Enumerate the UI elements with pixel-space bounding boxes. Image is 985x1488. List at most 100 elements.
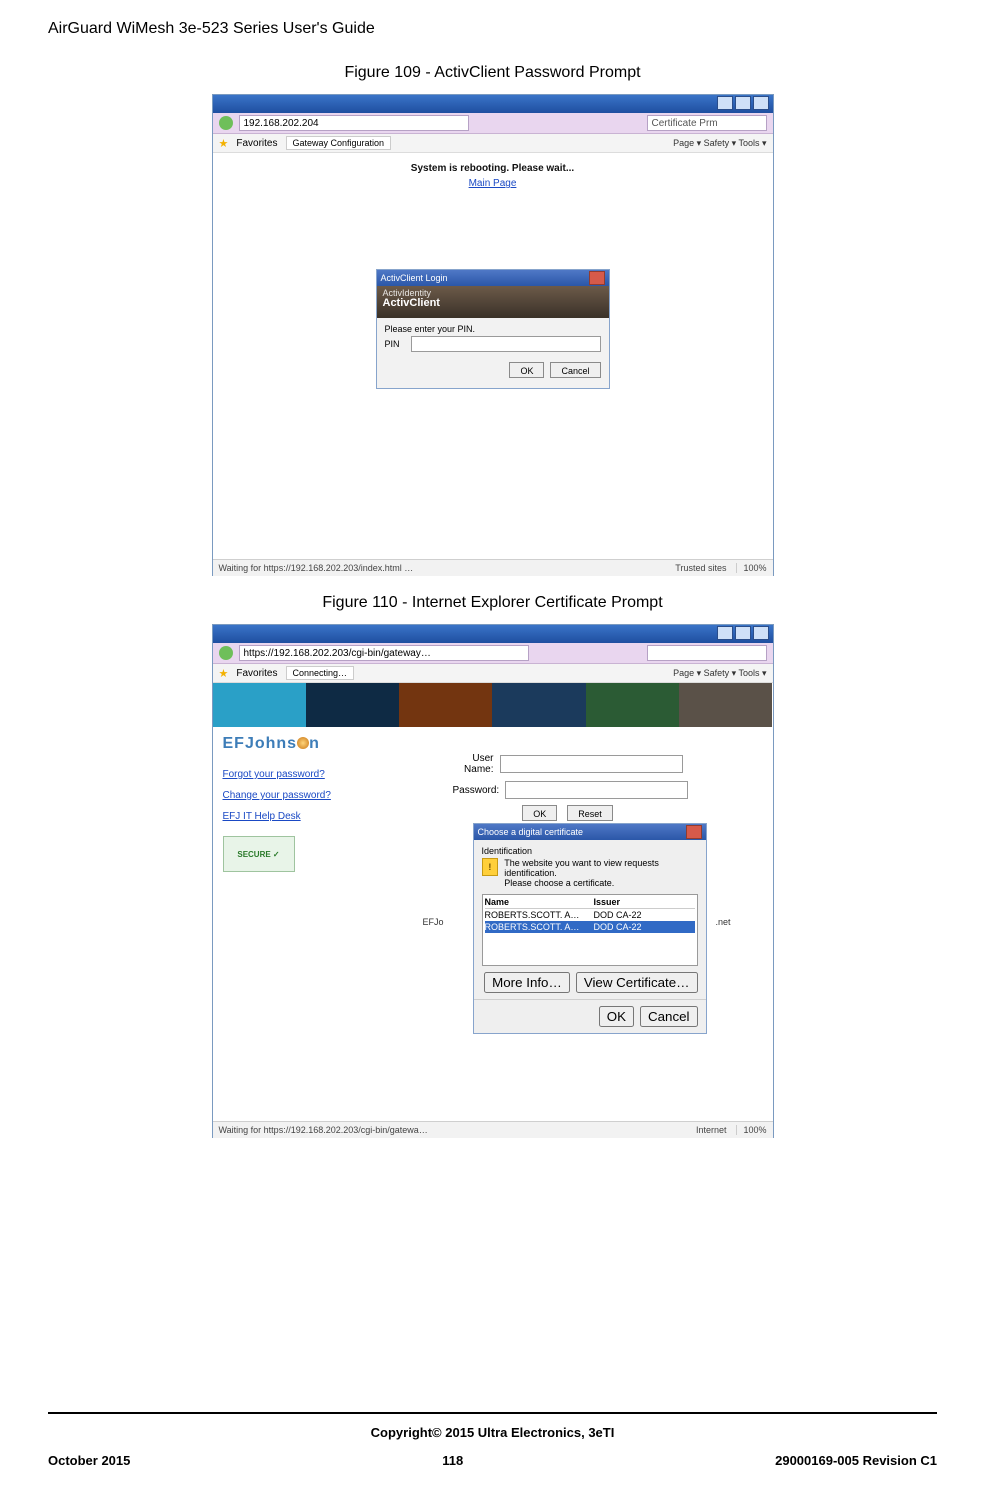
activclient-brand: ActivIdentity ActivClient [377,286,609,318]
main-page-link[interactable]: Main Page [469,178,517,189]
url-field[interactable]: 192.168.202.204 [239,115,469,131]
zoom-level[interactable]: 100% [736,563,766,573]
cert-title: Choose a digital certificate [478,827,584,837]
cert-section-label: Identification [482,846,698,856]
copyright-word: Copyright [371,1425,432,1440]
doc-revision: 29000169-005 Revision C1 [775,1453,937,1468]
cert-msg-1: The website you want to view requests id… [504,858,697,878]
url-text: 192.168.202.204 [244,118,319,129]
change-password-link[interactable]: Change your password? [223,790,373,801]
activclient-title: ActivClient Login [381,273,448,283]
login-form: User Name: Password: OK Reset [453,753,683,821]
screenshot-activclient: 192.168.202.204 Certificate Prm ★ Favori… [212,94,774,576]
cert-name: ROBERTS.SCOTT. A… [485,922,586,932]
page-body: EFJohns n Forgot your password? Change yo… [213,683,773,1121]
cert-titlebar: Choose a digital certificate [474,824,706,840]
view-cert-button[interactable]: View Certificate… [576,972,698,993]
window-titlebar [213,95,773,113]
screenshot-ie-cert: https://192.168.202.203/cgi-bin/gateway…… [212,624,774,1138]
cert-row-selected[interactable]: ROBERTS.SCOTT. A… DOD CA-22 [485,921,695,933]
search-field[interactable]: Certificate Prm [647,115,767,131]
browser-tab[interactable]: Gateway Configuration [286,136,392,150]
cert-row[interactable]: ROBERTS.SCOTT. A… DOD CA-22 [485,909,695,921]
behind-text-right: .net [716,917,731,927]
status-left: Waiting for https://192.168.202.203/cgi-… [219,1125,428,1135]
figure-109-caption: Figure 109 - ActivClient Password Prompt [48,64,937,82]
browser-tab[interactable]: Connecting… [286,666,355,680]
ok-button[interactable]: OK [509,362,544,378]
running-head: AirGuard WiMesh 3e-523 Series User's Gui… [48,20,937,38]
help-desk-link[interactable]: EFJ IT Help Desk [223,811,373,822]
page-body: System is rebooting. Please wait... Main… [213,153,773,559]
zoom-level[interactable]: 100% [736,1125,766,1135]
copyright-symbol: © [432,1425,442,1440]
favorites-bar: ★ Favorites Connecting… Page ▾ Safety ▾ … [213,664,773,683]
close-icon[interactable] [686,825,702,839]
more-info-button[interactable]: More Info… [484,972,570,993]
favorites-label: Favorites [236,138,277,149]
password-input[interactable] [505,781,688,799]
cert-name: ROBERTS.SCOTT. A… [485,910,586,920]
reboot-message: System is rebooting. Please wait... [411,163,574,174]
login-ok-button[interactable]: OK [522,805,557,821]
left-links: Forgot your password? Change your passwo… [223,769,373,872]
copyright-rest: 2015 Ultra Electronics, 3eTI [442,1425,615,1440]
trusted-sites-label: Trusted sites [675,563,726,573]
cert-ok-button[interactable]: OK [599,1006,634,1027]
logo-text-left: EFJohns [223,735,298,752]
forgot-password-link[interactable]: Forgot your password? [223,769,373,780]
footer-rule [48,1412,937,1414]
window-buttons [715,96,769,112]
search-text: Certificate Prm [652,118,718,129]
warning-icon: ! [482,858,499,876]
enter-pin-label: Please enter your PIN. [385,324,601,334]
col-issuer: Issuer [594,897,695,907]
toolbar-right: Page ▾ Safety ▾ Tools ▾ [673,668,766,679]
brand-top: ActivIdentity [383,288,603,298]
brand-main: ActivClient [383,298,603,309]
cancel-button[interactable]: Cancel [550,362,600,378]
col-name: Name [485,897,586,907]
pin-input[interactable] [411,336,601,352]
username-input[interactable] [500,755,683,773]
internet-zone-label: Internet [696,1125,727,1135]
username-label: User Name: [453,753,494,775]
status-bar: Waiting for https://192.168.202.203/inde… [213,559,773,576]
nav-back-icon[interactable] [219,116,233,130]
footer-date: October 2015 [48,1453,130,1468]
certificate-dialog: Choose a digital certificate Identificat… [473,823,707,1034]
cert-cancel-button[interactable]: Cancel [640,1006,698,1027]
favorites-bar: ★ Favorites Gateway Configuration Page ▾… [213,134,773,153]
favorites-star-icon[interactable]: ★ [219,667,229,680]
hero-banner [213,683,773,727]
cert-issuer: DOD CA-22 [594,910,695,920]
logo-text-right: n [309,735,319,752]
behind-text-left: EFJo [423,917,444,927]
password-label: Password: [453,785,500,796]
logo-o-icon [297,737,309,749]
nav-back-icon[interactable] [219,646,233,660]
toolbar-right: Page ▾ Safety ▾ Tools ▾ [673,138,766,149]
cert-list[interactable]: Name Issuer ROBERTS.SCOTT. A… DOD CA-22 … [482,894,698,966]
favorites-star-icon[interactable]: ★ [219,137,229,150]
page-number: 118 [442,1453,463,1468]
status-left: Waiting for https://192.168.202.203/inde… [219,563,414,573]
favorites-label: Favorites [236,668,277,679]
address-bar: https://192.168.202.203/cgi-bin/gateway… [213,643,773,664]
pin-label: PIN [385,339,405,349]
activclient-dialog: ActivClient Login ActivIdentity ActivCli… [376,269,610,389]
address-bar: 192.168.202.204 Certificate Prm [213,113,773,134]
copyright-line: Copyright© 2015 Ultra Electronics, 3eTI [0,1425,985,1440]
login-reset-button[interactable]: Reset [567,805,613,821]
cert-msg-2: Please choose a certificate. [504,878,697,888]
window-buttons [715,626,769,642]
close-icon[interactable] [589,271,605,285]
window-titlebar [213,625,773,643]
url-field[interactable]: https://192.168.202.203/cgi-bin/gateway… [239,645,529,661]
footer-row: October 2015 118 29000169-005 Revision C… [48,1453,937,1468]
status-bar: Waiting for https://192.168.202.203/cgi-… [213,1121,773,1138]
figure-110-caption: Figure 110 - Internet Explorer Certifica… [48,594,937,612]
secure-badge: SECURE ✓ [223,836,295,872]
cert-issuer: DOD CA-22 [594,922,695,932]
search-field[interactable] [647,645,767,661]
